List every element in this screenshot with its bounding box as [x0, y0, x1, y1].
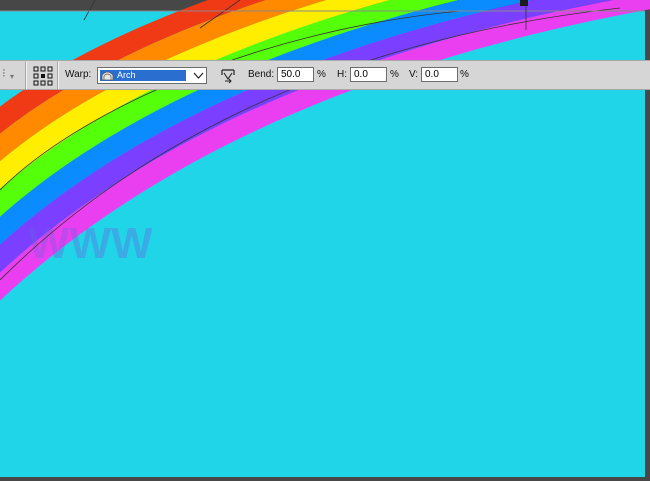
bounding-box-handle[interactable]: [520, 0, 528, 6]
warp-options-bar: ⁝ ▾ Warp: Arch Bend: 50.0 % H: 0.0 % V: …: [0, 60, 650, 90]
arch-icon: [101, 70, 114, 84]
bend-input[interactable]: 50.0: [277, 67, 314, 82]
chevron-down-icon: [193, 71, 204, 83]
v-distortion-label: V:: [409, 69, 419, 80]
warp-style-dropdown[interactable]: Arch: [97, 67, 207, 84]
watermark-text: WWW: [28, 219, 153, 268]
warp-style-value: Arch: [117, 70, 136, 80]
h-distortion-label: H:: [337, 69, 347, 80]
bend-label: Bend:: [248, 69, 275, 80]
change-warp-orientation-icon[interactable]: [219, 67, 237, 87]
tool-preset-fragment[interactable]: ⁝: [2, 67, 6, 79]
h-distortion-percent: %: [390, 69, 399, 80]
separator: [25, 61, 26, 89]
bend-percent: %: [317, 69, 326, 80]
separator: [57, 61, 58, 89]
reference-point-grid-icon[interactable]: [33, 66, 53, 89]
h-distortion-input[interactable]: 0.0: [350, 67, 387, 82]
v-distortion-input[interactable]: 0.0: [421, 67, 458, 82]
chevron-down-icon[interactable]: ▾: [10, 71, 14, 83]
v-distortion-percent: %: [460, 69, 469, 80]
warp-label: Warp:: [65, 69, 92, 80]
